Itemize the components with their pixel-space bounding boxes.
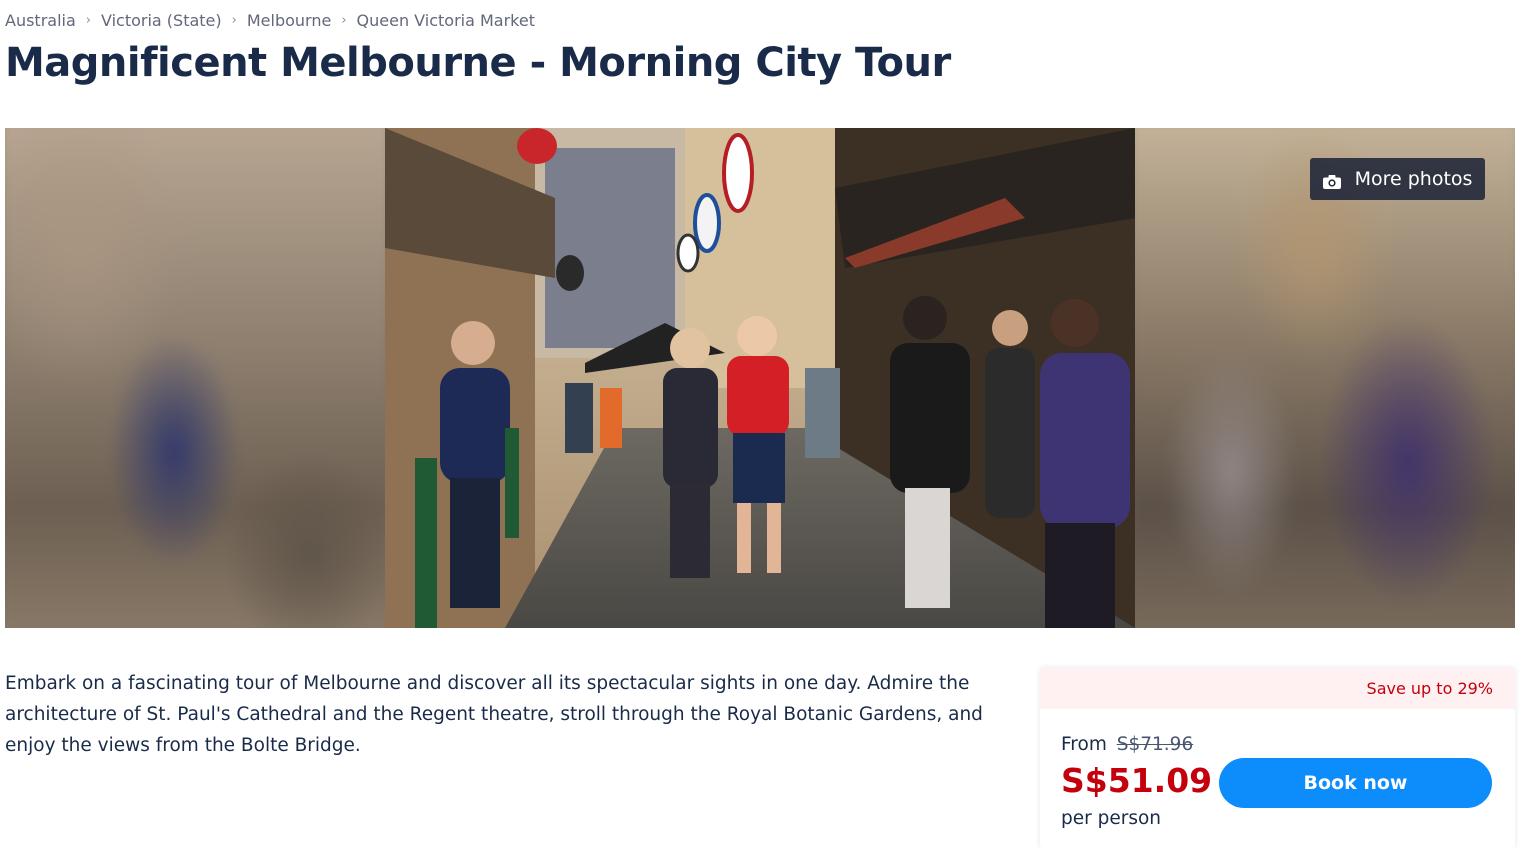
more-photos-button[interactable]: More photos [1310,158,1485,200]
tour-description: Embark on a fascinating tour of Melbourn… [5,673,983,756]
street-scene-image [385,128,1135,628]
breadcrumb-separator: › [231,13,237,28]
savings-banner: Save up to 29% [1040,668,1515,709]
from-price: From S$71.96 [1061,734,1193,755]
from-label: From [1061,734,1107,755]
main-photo[interactable] [385,128,1135,628]
page-title: Magnificent Melbourne - Morning City Tou… [5,40,951,86]
photo-gallery[interactable]: More photos [5,128,1515,628]
gallery-blurred-left [5,128,393,628]
breadcrumb-item-australia[interactable]: Australia [5,11,76,30]
original-price: S$71.96 [1116,734,1194,755]
breadcrumb-item-victoria[interactable]: Victoria (State) [101,11,222,30]
breadcrumb: Australia › Victoria (State) › Melbourne… [5,11,535,30]
breadcrumb-separator: › [341,13,347,28]
gallery-blurred-right [1127,128,1515,628]
more-photos-label: More photos [1354,168,1473,190]
camera-icon [1322,172,1341,189]
breadcrumb-item-melbourne[interactable]: Melbourne [247,11,331,30]
current-price: S$51.09 [1061,761,1213,800]
savings-label: Save up to 29% [1366,679,1493,698]
per-person-label: per person [1061,808,1162,829]
breadcrumb-item-queen-victoria-market[interactable]: Queen Victoria Market [357,11,535,30]
price-card: Save up to 29% From S$71.96 S$51.09 per … [1040,668,1515,848]
breadcrumb-separator: › [85,13,91,28]
book-now-button[interactable]: Book now [1219,758,1492,808]
